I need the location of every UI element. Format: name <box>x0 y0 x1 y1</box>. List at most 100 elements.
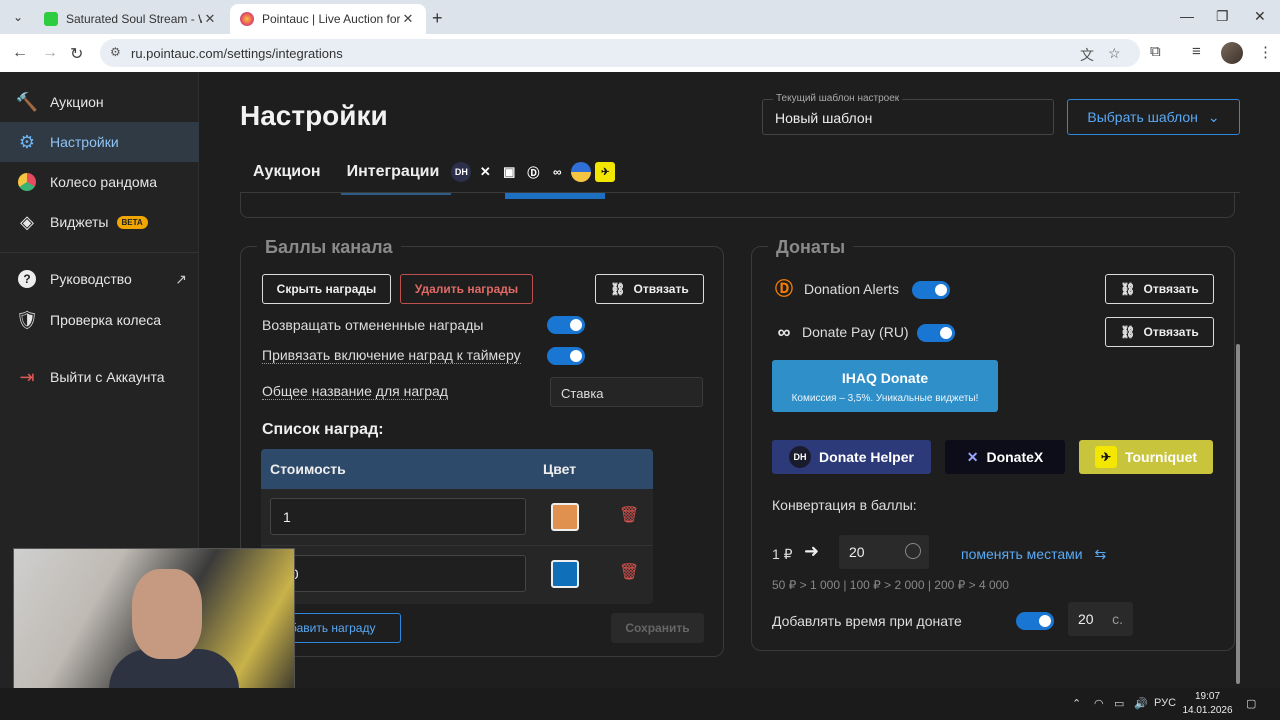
close-window-icon[interactable]: ✕ <box>1254 8 1266 25</box>
browser-menu-icon[interactable]: ⋮ <box>1258 43 1273 61</box>
donate-pay-label: Donate Pay (RU) <box>802 324 909 340</box>
template-field[interactable]: Текущий шаблон настроек Новый шаблон <box>762 93 1054 135</box>
profile-avatar[interactable] <box>1221 42 1243 64</box>
return-cancelled-toggle[interactable] <box>547 316 585 334</box>
rate-left-label: 1 ₽ <box>772 546 793 562</box>
donation-alerts-icon[interactable]: Ⓓ <box>523 162 543 182</box>
scrollbar[interactable] <box>1236 344 1240 684</box>
delete-rewards-button[interactable]: Удалить награды <box>400 274 533 304</box>
reset-icon[interactable] <box>905 543 921 559</box>
donate-helper-icon[interactable]: DH <box>451 162 472 182</box>
bind-timer-label: Привязать включение наград к таймеру <box>262 347 521 364</box>
tab-search-icon[interactable]: ⌄ <box>8 7 28 27</box>
swap-arrows-icon: ⇆ <box>1094 546 1107 562</box>
arrow-right-icon: ➜ <box>804 541 820 561</box>
close-tab-icon[interactable]: ✕ <box>202 11 218 27</box>
donate-helper-button[interactable]: DH Donate Helper <box>772 440 931 474</box>
trash-icon[interactable]: 🗑 <box>619 562 639 582</box>
donate-pay-toggle[interactable] <box>917 324 955 342</box>
tourniquet-button[interactable]: ✈ Tourniquet <box>1079 440 1213 474</box>
url-field[interactable]: ⚙ ru.pointauc.com/settings/integrations … <box>100 39 1140 67</box>
tab-integrations[interactable]: Интеграции <box>347 163 440 181</box>
sidebar-item-guide[interactable]: ? Руководство ↗ <box>0 259 199 299</box>
trash-icon[interactable]: 🗑 <box>619 505 639 525</box>
ihaq-icon[interactable] <box>571 162 592 182</box>
tab-auction[interactable]: Аукцион <box>253 163 321 181</box>
external-link-icon: ↗ <box>175 270 187 287</box>
minimize-icon[interactable]: — <box>1180 8 1194 24</box>
sidebar-divider <box>0 252 199 253</box>
pointauc-favicon-icon <box>240 12 254 26</box>
gear-icon: ⚙ <box>18 131 36 152</box>
twitch-icon[interactable]: ▣ <box>499 162 519 182</box>
donatex-icon: ✕ <box>966 448 979 465</box>
reward-cost-input[interactable]: 00 <box>270 555 526 592</box>
tray-chevron-icon[interactable]: ⌃ <box>1072 697 1081 710</box>
reward-color-swatch[interactable] <box>551 560 579 588</box>
bookmark-star-icon[interactable]: ☆ <box>1108 45 1121 62</box>
notifications-icon[interactable]: ▢ <box>1246 697 1256 710</box>
extensions-icon[interactable]: ⧉ <box>1150 43 1161 60</box>
reward-color-swatch[interactable] <box>551 503 579 531</box>
translate-icon[interactable]: 文 <box>1080 45 1094 65</box>
media-control-icon[interactable]: ≡ <box>1192 43 1201 60</box>
donatex-icon[interactable]: ✕ <box>475 162 495 182</box>
donate-pay-icon: ∞ <box>777 321 791 342</box>
ihaq-donate-button[interactable]: IHAQ Donate Комиссия – 3,5%. Уникальные … <box>772 360 998 412</box>
rewards-table: Стоимость Цвет 1 🗑 00 🗑 <box>261 449 653 604</box>
browser-tab-bar: ⌄ Saturated Soul Stream - Watch ✕ Pointa… <box>0 0 1280 34</box>
bind-timer-toggle[interactable] <box>547 347 585 365</box>
volume-icon[interactable]: 🔊 <box>1134 697 1148 710</box>
unlink-button[interactable]: ⛓ Отвязать <box>595 274 704 304</box>
save-button[interactable]: Сохранить <box>611 613 704 643</box>
settings-tabs: Аукцион Интеграции DH ✕ ▣ Ⓓ ∞ ✈ <box>240 158 619 186</box>
unlink-icon: ⛓ <box>610 282 626 296</box>
clock[interactable]: 19:07 14.01.2026 <box>1180 690 1235 718</box>
browser-tab-pointauc[interactable]: Pointauc | Live Auction for Stre ✕ <box>230 4 426 34</box>
new-tab-icon[interactable]: + <box>432 8 443 29</box>
conversion-examples: 50 ₽ > 1 000 | 100 ₽ > 2 000 | 200 ₽ > 4… <box>772 578 1009 592</box>
table-row: 1 🗑 <box>261 489 653 546</box>
close-tab-icon[interactable]: ✕ <box>400 11 416 27</box>
donation-alerts-toggle[interactable] <box>912 281 950 299</box>
sidebar-item-wheel-check[interactable]: 🛡 Проверка колеса <box>0 300 199 340</box>
site-info-icon[interactable]: ⚙ <box>110 45 121 59</box>
beta-badge: BETA <box>116 215 148 229</box>
browser-tab-stream[interactable]: Saturated Soul Stream - Watch ✕ <box>34 4 228 34</box>
donation-alerts-label: Donation Alerts <box>804 281 899 297</box>
swap-link[interactable]: поменять местами ⇆ <box>961 546 1106 563</box>
sidebar-item-wheel[interactable]: Колесо рандома <box>0 162 199 202</box>
unlink-donation-alerts-button[interactable]: ⛓ Отвязать <box>1105 274 1214 304</box>
sidebar-item-widgets[interactable]: ◈ Виджеты BETA <box>0 202 199 242</box>
choose-template-button[interactable]: Выбрать шаблон ⌄ <box>1067 99 1240 135</box>
common-name-input[interactable]: Ставка <box>550 377 703 407</box>
battery-icon[interactable]: ▭ <box>1114 697 1124 710</box>
unlink-icon: ⛓ <box>1120 282 1136 296</box>
add-time-input[interactable]: 20 с. <box>1068 602 1133 636</box>
sidebar-item-logout[interactable]: ⇥ Выйти с Аккаунта <box>0 357 199 397</box>
return-cancelled-label: Возвращать отмененные награды <box>262 317 484 333</box>
webcam-overlay <box>13 548 295 706</box>
tourniquet-icon: ✈ <box>1094 446 1117 468</box>
donate-pay-icon[interactable]: ∞ <box>547 162 567 182</box>
sidebar-item-settings[interactable]: ⚙ Настройки <box>0 122 199 162</box>
donatex-button[interactable]: ✕ DonateX <box>945 440 1065 474</box>
unlink-donate-pay-button[interactable]: ⛓ Отвязать <box>1105 317 1214 347</box>
maximize-icon[interactable]: ❐ <box>1216 8 1229 25</box>
forward-icon[interactable]: → <box>42 44 58 62</box>
conversion-rate-input[interactable]: 20 <box>839 535 929 569</box>
sidebar-item-auction[interactable]: 🔨 Аукцион <box>0 82 199 122</box>
wheel-icon <box>16 171 38 193</box>
add-time-toggle[interactable] <box>1016 612 1054 630</box>
kick-favicon-icon <box>44 12 58 26</box>
common-name-label: Общее название для наград <box>262 383 448 400</box>
logout-icon: ⇥ <box>19 366 35 387</box>
add-reward-button[interactable]: бавить награду <box>281 613 401 643</box>
input-language[interactable]: РУС <box>1154 697 1176 709</box>
hide-rewards-button[interactable]: Скрыть награды <box>262 274 391 304</box>
back-icon[interactable]: ← <box>12 44 28 62</box>
reward-cost-input[interactable]: 1 <box>270 498 526 535</box>
tourniquet-icon[interactable]: ✈ <box>595 162 616 182</box>
network-icon[interactable]: ◠ <box>1094 697 1104 710</box>
reload-icon[interactable]: ↻ <box>70 44 83 64</box>
